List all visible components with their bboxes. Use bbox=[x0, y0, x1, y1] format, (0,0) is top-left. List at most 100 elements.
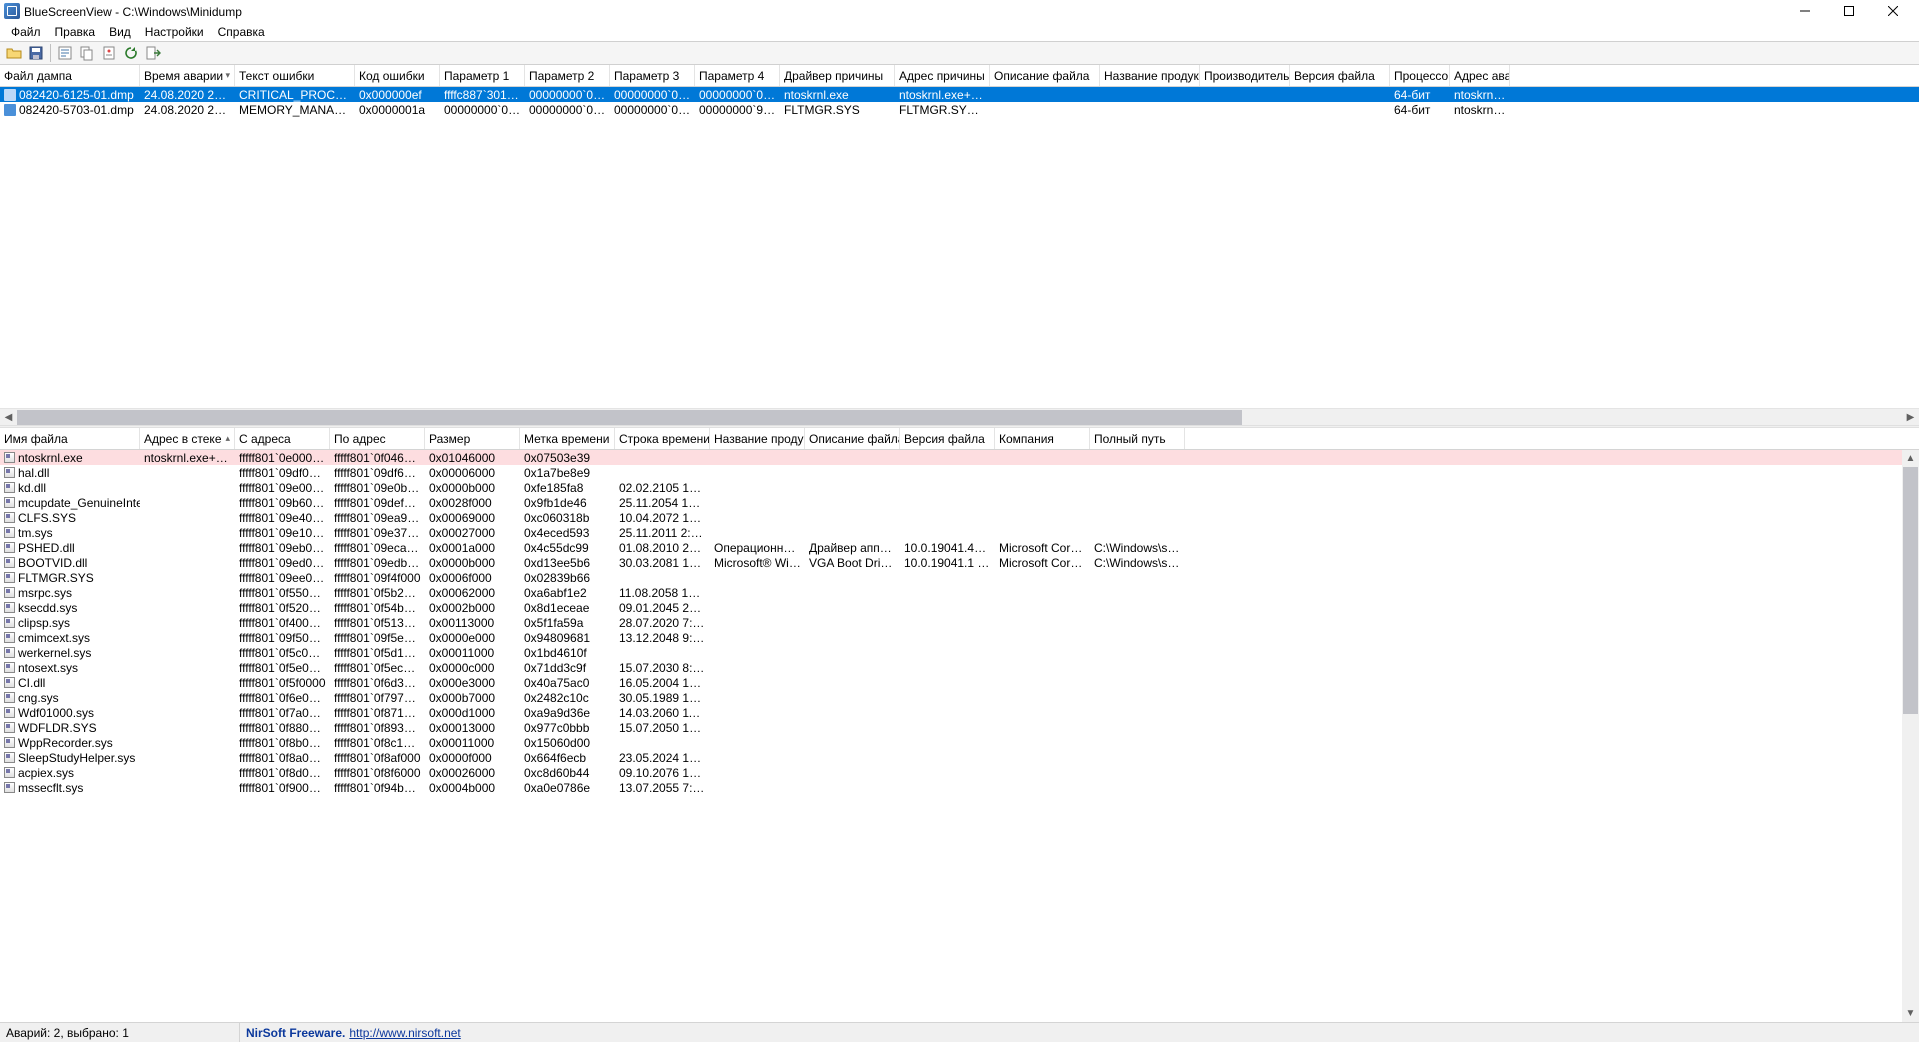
column-header[interactable]: С адреса bbox=[235, 428, 330, 449]
cell bbox=[1090, 735, 1185, 750]
column-header[interactable]: Параметр 1 bbox=[440, 65, 525, 86]
column-header[interactable]: Версия файла bbox=[900, 428, 995, 449]
dumps-hscroll[interactable]: ◀ ▶ bbox=[0, 408, 1919, 425]
driver-row[interactable]: clipsp.sysfffff801`0f400000fffff801`0f51… bbox=[0, 615, 1902, 630]
close-button[interactable] bbox=[1871, 0, 1915, 22]
driver-row[interactable]: mssecflt.sysfffff801`0f900000fffff801`0f… bbox=[0, 780, 1902, 795]
column-header[interactable]: Адрес причины bbox=[895, 65, 990, 86]
cell: 0x8d1eceae bbox=[520, 600, 615, 615]
column-header[interactable]: Время аварии bbox=[140, 65, 235, 86]
driver-row[interactable]: WppRecorder.sysfffff801`0f8b0000fffff801… bbox=[0, 735, 1902, 750]
column-header[interactable]: Файл дампа bbox=[0, 65, 140, 86]
column-header[interactable]: Параметр 3 bbox=[610, 65, 695, 86]
properties-button[interactable] bbox=[55, 43, 75, 63]
status-url[interactable]: http://www.nirsoft.net bbox=[349, 1026, 460, 1040]
column-header[interactable]: Текст ошибки bbox=[235, 65, 355, 86]
driver-row[interactable]: WDFLDR.SYSfffff801`0f880000fffff801`0f89… bbox=[0, 720, 1902, 735]
cell: 0xd13ee5b6 bbox=[520, 555, 615, 570]
column-header[interactable]: Адрес ава bbox=[1450, 65, 1510, 86]
column-header[interactable]: Имя файла bbox=[0, 428, 140, 449]
cell: acpiex.sys bbox=[0, 765, 140, 780]
dumps-body[interactable]: 082420-6125-01.dmp24.08.2020 21:20:21CRI… bbox=[0, 87, 1919, 408]
scroll-right-icon[interactable]: ▶ bbox=[1902, 409, 1919, 426]
cell bbox=[710, 735, 805, 750]
cell: fffff801`0f520000 bbox=[235, 600, 330, 615]
column-header[interactable]: Адрес в стеке bbox=[140, 428, 235, 449]
cell bbox=[900, 615, 995, 630]
column-header[interactable]: Название продукта bbox=[1100, 65, 1200, 86]
dump-row[interactable]: 082420-5703-01.dmp24.08.2020 21:01:09MEM… bbox=[0, 102, 1919, 117]
driver-row[interactable]: BOOTVID.dllfffff801`09ed0000fffff801`09e… bbox=[0, 555, 1902, 570]
driver-row[interactable]: cmimcext.sysfffff801`09f50000fffff801`09… bbox=[0, 630, 1902, 645]
drivers-vscroll[interactable]: ▲ ▼ bbox=[1902, 450, 1919, 1022]
column-header[interactable]: Метка времени bbox=[520, 428, 615, 449]
open-button[interactable] bbox=[4, 43, 24, 63]
menu-справка[interactable]: Справка bbox=[211, 23, 272, 41]
driver-row[interactable]: CLFS.SYSfffff801`09e40000fffff801`09ea90… bbox=[0, 510, 1902, 525]
hscroll-thumb[interactable] bbox=[17, 410, 1242, 425]
column-header[interactable]: Код ошибки bbox=[355, 65, 440, 86]
driver-row[interactable]: werkernel.sysfffff801`0f5c0000fffff801`0… bbox=[0, 645, 1902, 660]
titlebar[interactable]: BlueScreenView - C:\Windows\Minidump bbox=[0, 0, 1919, 22]
column-header[interactable]: Компания bbox=[995, 428, 1090, 449]
driver-row[interactable]: ntosext.sysfffff801`0f5e0000fffff801`0f5… bbox=[0, 660, 1902, 675]
minimize-button[interactable] bbox=[1783, 0, 1827, 22]
menu-настройки[interactable]: Настройки bbox=[138, 23, 211, 41]
driver-row[interactable]: acpiex.sysfffff801`0f8d0000fffff801`0f8f… bbox=[0, 765, 1902, 780]
status-link[interactable]: NirSoft Freeware. http://www.nirsoft.net bbox=[240, 1023, 467, 1042]
column-header[interactable]: Параметр 2 bbox=[525, 65, 610, 86]
menu-файл[interactable]: Файл bbox=[4, 23, 48, 41]
menu-вид[interactable]: Вид bbox=[102, 23, 138, 41]
driver-row[interactable]: ksecdd.sysfffff801`0f520000fffff801`0f54… bbox=[0, 600, 1902, 615]
cell: 24.08.2020 21:20:21 bbox=[140, 87, 235, 102]
column-header[interactable]: Название продукта bbox=[710, 428, 805, 449]
column-header[interactable]: По адрес bbox=[330, 428, 425, 449]
column-header[interactable]: Размер bbox=[425, 428, 520, 449]
driver-row[interactable]: mcupdate_GenuineIntel.dllfffff801`09b600… bbox=[0, 495, 1902, 510]
cell: msrpc.sys bbox=[0, 585, 140, 600]
exit-button[interactable] bbox=[143, 43, 163, 63]
copy-button[interactable] bbox=[77, 43, 97, 63]
cell bbox=[900, 735, 995, 750]
refresh-button[interactable] bbox=[121, 43, 141, 63]
column-header[interactable]: Строка времени bbox=[615, 428, 710, 449]
cell bbox=[140, 480, 235, 495]
driver-row[interactable]: ntoskrnl.exentoskrnl.exe+9177f2fffff801`… bbox=[0, 450, 1902, 465]
column-header[interactable]: Описание файла bbox=[990, 65, 1100, 86]
driver-row[interactable]: cng.sysfffff801`0f6e0000fffff801`0f79700… bbox=[0, 690, 1902, 705]
column-header[interactable]: Описание файла bbox=[805, 428, 900, 449]
column-header[interactable]: Драйвер причины bbox=[780, 65, 895, 86]
cell: 0xa9a9d36e bbox=[520, 705, 615, 720]
options-button[interactable] bbox=[99, 43, 119, 63]
dump-row[interactable]: 082420-6125-01.dmp24.08.2020 21:20:21CRI… bbox=[0, 87, 1919, 102]
driver-row[interactable]: kd.dllfffff801`09e00000fffff801`09e0b000… bbox=[0, 480, 1902, 495]
save-button[interactable] bbox=[26, 43, 46, 63]
cell: 0x40a75ac0 bbox=[520, 675, 615, 690]
hscroll-track[interactable] bbox=[17, 409, 1902, 426]
driver-row[interactable]: Wdf01000.sysfffff801`0f7a0000fffff801`0f… bbox=[0, 705, 1902, 720]
column-header[interactable]: Процессор bbox=[1390, 65, 1450, 86]
driver-row[interactable]: hal.dllfffff801`09df0000fffff801`09df600… bbox=[0, 465, 1902, 480]
scroll-up-icon[interactable]: ▲ bbox=[1902, 450, 1919, 467]
scroll-down-icon[interactable]: ▼ bbox=[1902, 1005, 1919, 1022]
column-header[interactable]: Параметр 4 bbox=[695, 65, 780, 86]
vscroll-thumb[interactable] bbox=[1903, 467, 1918, 714]
menu-правка[interactable]: Правка bbox=[48, 23, 103, 41]
scroll-left-icon[interactable]: ◀ bbox=[0, 409, 17, 426]
column-header[interactable]: Полный путь bbox=[1090, 428, 1185, 449]
vscroll-track[interactable] bbox=[1902, 467, 1919, 1005]
driver-row[interactable]: tm.sysfffff801`09e10000fffff801`09e37000… bbox=[0, 525, 1902, 540]
driver-row[interactable]: CI.dllfffff801`0f5f0000fffff801`0f6d3000… bbox=[0, 675, 1902, 690]
maximize-button[interactable] bbox=[1827, 0, 1871, 22]
driver-row[interactable]: PSHED.dllfffff801`09eb0000fffff801`09eca… bbox=[0, 540, 1902, 555]
driver-icon bbox=[4, 707, 15, 718]
cell bbox=[900, 675, 995, 690]
column-header[interactable]: Версия файла bbox=[1290, 65, 1390, 86]
column-header[interactable]: Производитель bbox=[1200, 65, 1290, 86]
drivers-body[interactable]: ntoskrnl.exentoskrnl.exe+9177f2fffff801`… bbox=[0, 450, 1902, 1022]
driver-row[interactable]: FLTMGR.SYSfffff801`09ee0000fffff801`09f4… bbox=[0, 570, 1902, 585]
driver-icon bbox=[4, 722, 15, 733]
driver-row[interactable]: SleepStudyHelper.sysfffff801`0f8a0000fff… bbox=[0, 750, 1902, 765]
cell bbox=[710, 780, 805, 795]
driver-row[interactable]: msrpc.sysfffff801`0f550000fffff801`0f5b2… bbox=[0, 585, 1902, 600]
